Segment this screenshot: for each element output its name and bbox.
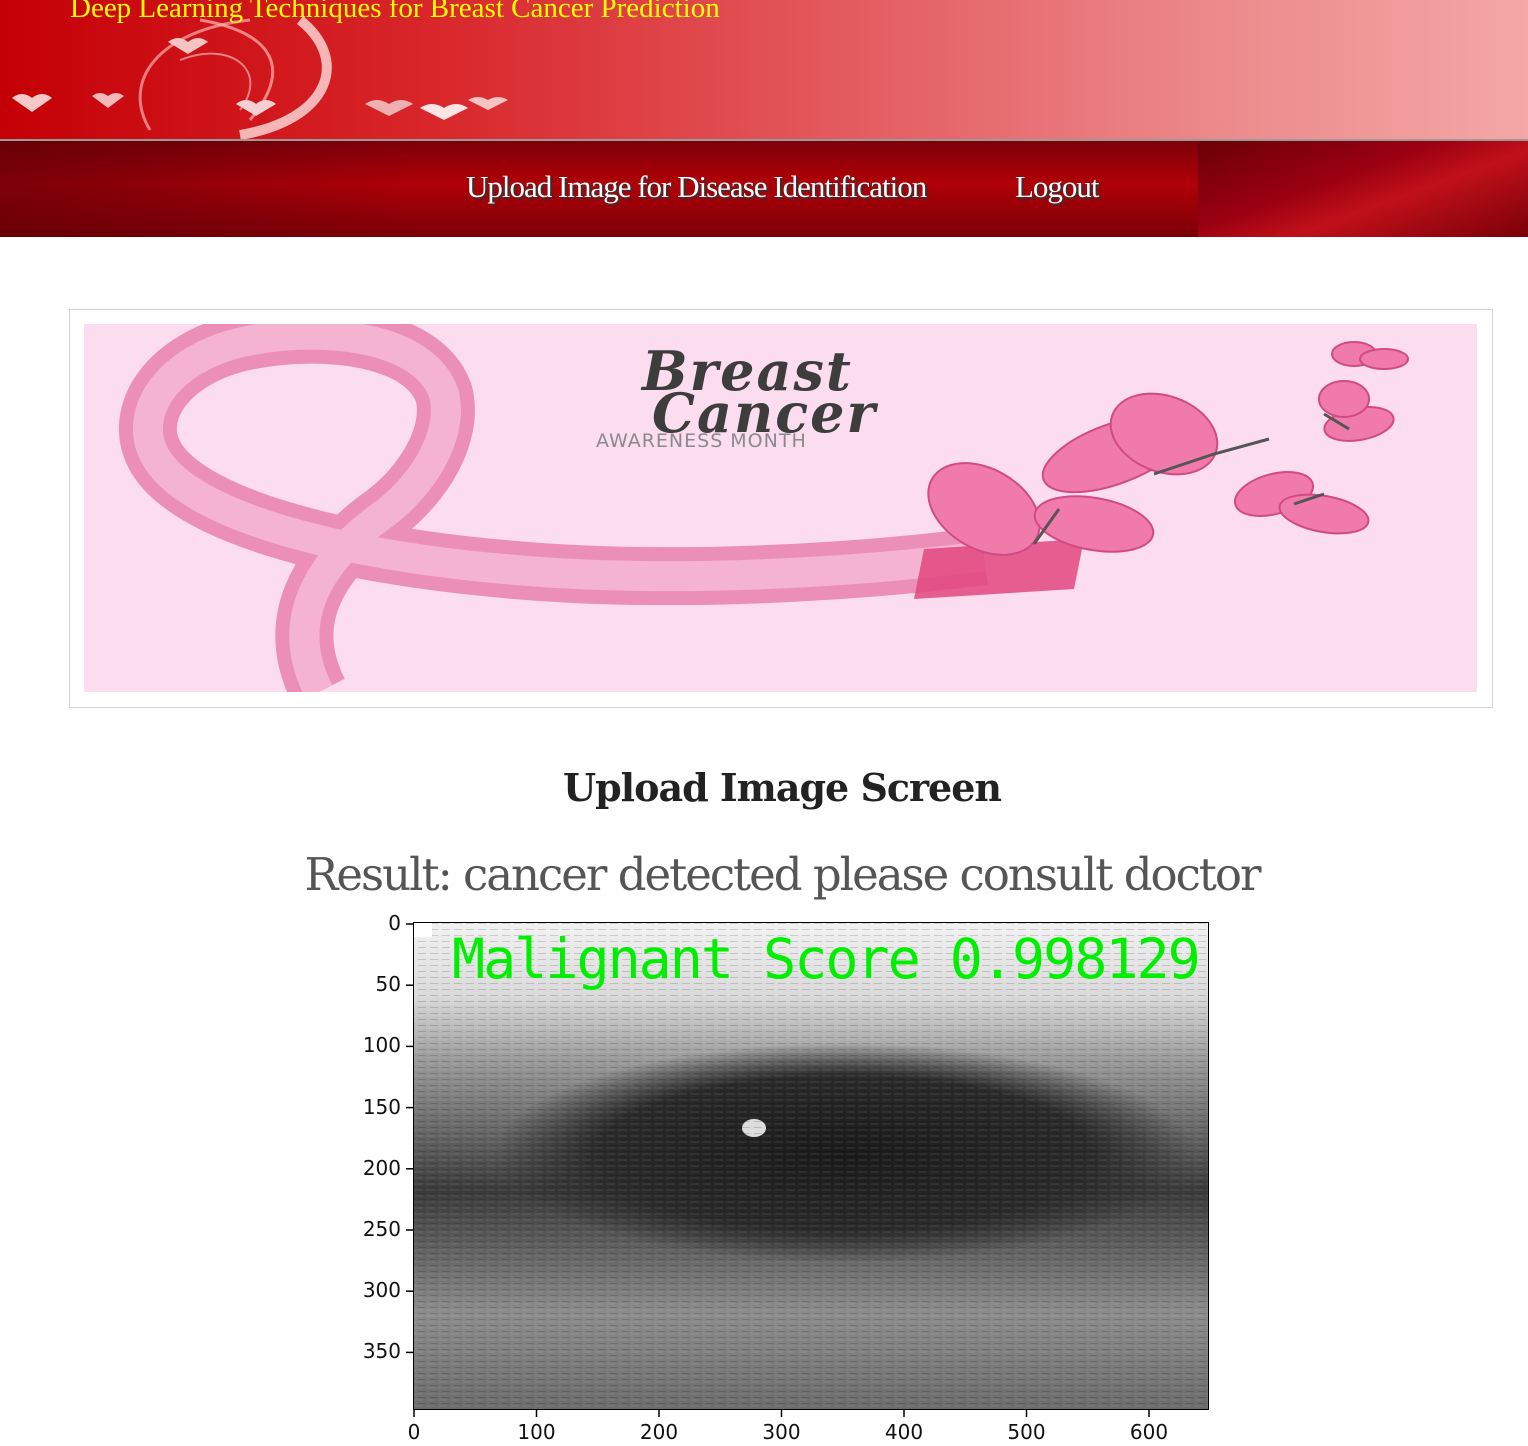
y-tick-label: 300	[362, 1278, 401, 1303]
y-tick-label: 200	[362, 1155, 401, 1180]
x-tick-label: 400	[884, 1420, 924, 1444]
site-title: Deep Learning Techniques for Breast Canc…	[70, 0, 720, 24]
banner-frame: Breast Cancer AWARENESS MONTH	[69, 309, 1493, 708]
x-tick-label: 100	[517, 1420, 556, 1444]
awareness-banner: Breast Cancer AWARENESS MONTH	[84, 324, 1477, 692]
figure-axes	[406, 923, 1150, 1417]
page-heading: Upload Image Screen	[562, 765, 1002, 810]
y-tick-label: 350	[362, 1339, 401, 1364]
y-tick-label: 150	[362, 1094, 401, 1119]
x-tick-label: 600	[1129, 1420, 1169, 1444]
y-tick-label: 50	[375, 972, 401, 997]
banner-subtitle: AWARENESS MONTH	[596, 430, 807, 452]
butterfly-large	[927, 341, 1409, 556]
nav-decoration	[1198, 141, 1528, 237]
x-tick-label: 200	[639, 1420, 679, 1444]
x-tick-label: 300	[762, 1420, 801, 1444]
nav-upload-image-link[interactable]: Upload Image for Disease Identification	[466, 169, 927, 205]
x-tick-label: 500	[1007, 1420, 1046, 1444]
y-tick-label: 250	[362, 1217, 401, 1241]
nav-shade	[0, 141, 420, 237]
y-tick-label: 100	[362, 1033, 401, 1058]
result-figure: Malignant Score 0.998129 0 50 100 150 200 250…	[340, 905, 1240, 1446]
site-header: Deep Learning Techniques for Breast Canc…	[0, 0, 1528, 139]
x-tick-label: 0	[407, 1420, 421, 1444]
y-tick-label: 0	[388, 911, 401, 935]
main-nav: Upload Image for Disease Identification …	[0, 141, 1528, 237]
nav-logout-link[interactable]: Logout	[1015, 169, 1100, 205]
result-message: Result: cancer detected please consult d…	[304, 848, 1262, 901]
